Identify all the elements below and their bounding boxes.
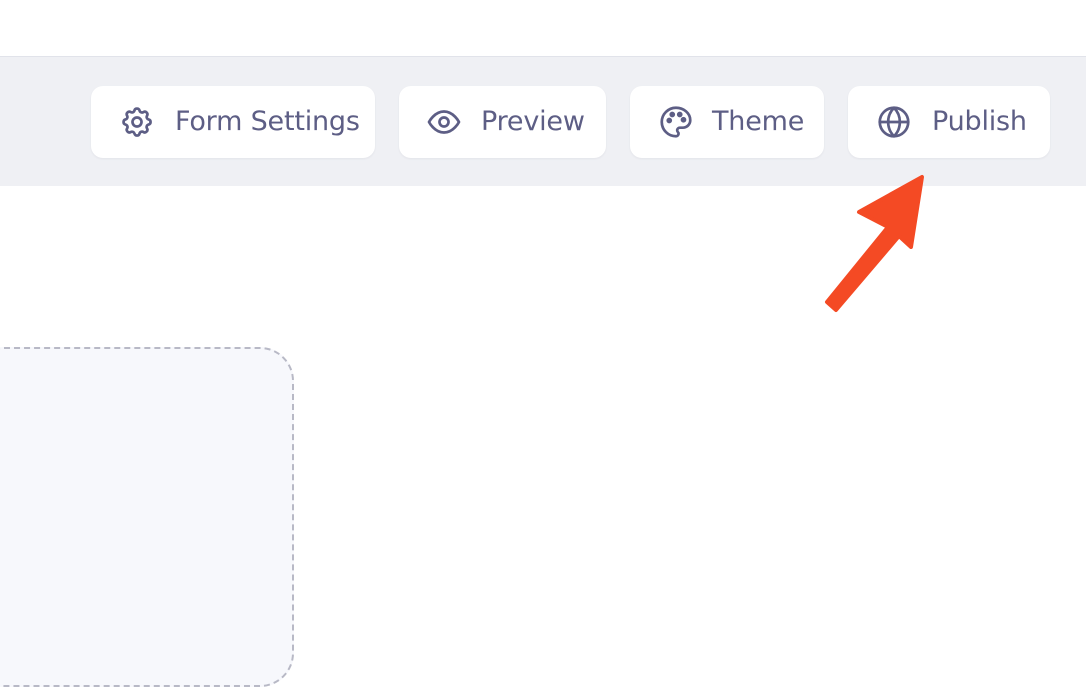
form-canvas-dropzone[interactable]: [0, 347, 294, 687]
form-settings-button[interactable]: Form Settings: [91, 86, 375, 158]
eye-icon: [426, 104, 462, 140]
palette-icon: [658, 104, 694, 140]
form-builder-toolbar: Form Settings Preview Theme Publish: [0, 57, 1086, 186]
annotation-arrow-icon: [825, 175, 924, 312]
gear-icon: [119, 104, 155, 140]
preview-button[interactable]: Preview: [399, 86, 606, 158]
globe-icon: [876, 104, 912, 140]
publish-label: Publish: [932, 106, 1027, 137]
theme-label: Theme: [712, 106, 805, 137]
theme-button[interactable]: Theme: [630, 86, 824, 158]
top-header-bar: [0, 0, 1086, 57]
publish-button[interactable]: Publish: [848, 86, 1050, 158]
preview-label: Preview: [481, 106, 585, 137]
form-settings-label: Form Settings: [175, 106, 360, 137]
